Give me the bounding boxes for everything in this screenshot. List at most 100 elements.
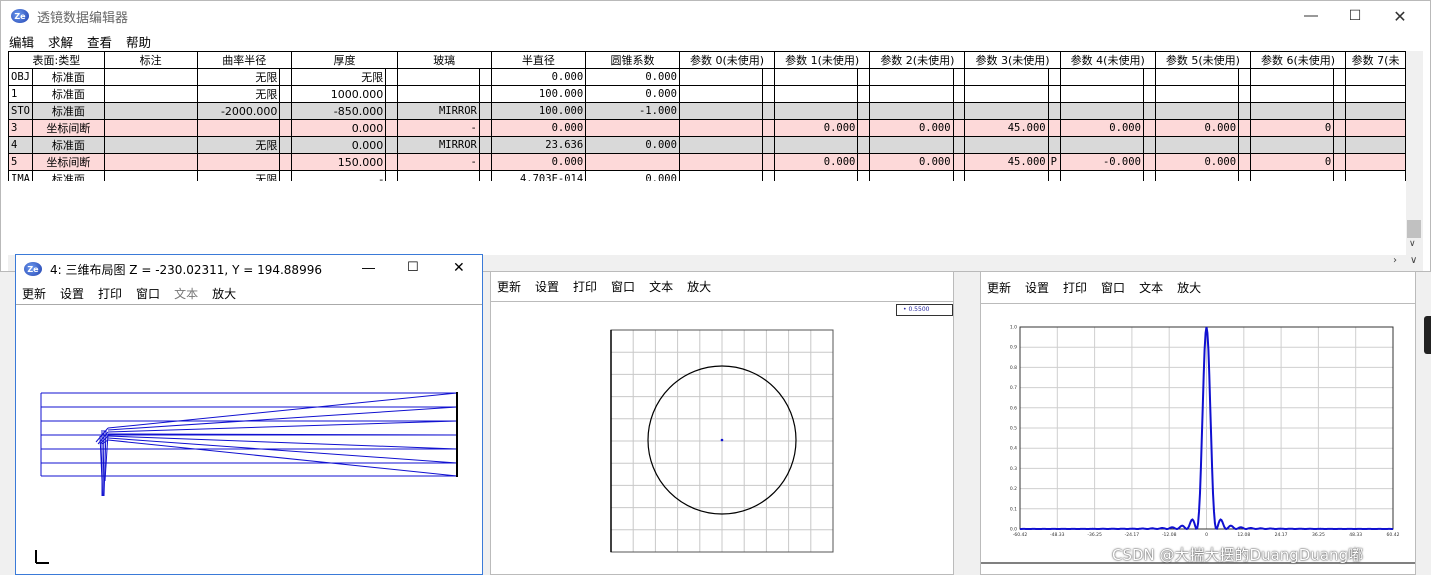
- param-1-cell[interactable]: [774, 136, 859, 154]
- menu-settings[interactable]: 设置: [535, 278, 559, 295]
- param-2-solve[interactable]: [952, 170, 966, 181]
- param-4-solve[interactable]: [1142, 136, 1156, 154]
- close-icon[interactable]: ✕: [453, 260, 465, 276]
- param-3-cell[interactable]: [964, 102, 1049, 120]
- col-conic[interactable]: 圆锥系数: [585, 51, 680, 69]
- param-0-solve[interactable]: [762, 119, 776, 137]
- param-1-solve[interactable]: [857, 119, 871, 137]
- param-6-cell[interactable]: [1249, 102, 1335, 120]
- radius-solve[interactable]: [279, 170, 293, 181]
- param-4-solve[interactable]: [1142, 170, 1156, 181]
- param-6-cell[interactable]: [1249, 170, 1335, 181]
- thickness-solve[interactable]: [385, 68, 398, 86]
- menu-print[interactable]: 打印: [1063, 279, 1087, 296]
- param-2-cell[interactable]: [869, 85, 954, 103]
- minimize-icon[interactable]: ―: [362, 261, 375, 276]
- surface-id[interactable]: 4: [8, 136, 33, 154]
- col-param-1[interactable]: 参数 1(未使用): [774, 51, 871, 69]
- thickness-solve[interactable]: [385, 119, 398, 137]
- param-0-solve[interactable]: [762, 102, 776, 120]
- surface-id[interactable]: IMA: [8, 170, 33, 181]
- param-0-cell[interactable]: [678, 68, 764, 86]
- surface-type[interactable]: 标准面: [31, 85, 105, 103]
- param-6-solve[interactable]: [1333, 102, 1347, 120]
- surface-id[interactable]: STO: [8, 102, 33, 120]
- param-4-cell[interactable]: [1059, 102, 1144, 120]
- radius-cell[interactable]: 无限: [196, 68, 281, 86]
- comment-cell[interactable]: [103, 136, 198, 154]
- param-6-solve[interactable]: [1333, 136, 1347, 154]
- param-6-solve[interactable]: [1333, 119, 1347, 137]
- param-4-cell[interactable]: -0.000: [1059, 153, 1144, 171]
- conic-cell[interactable]: 0.000: [585, 170, 680, 181]
- param-1-solve[interactable]: [857, 68, 871, 86]
- maximize-icon[interactable]: ☐: [407, 260, 419, 275]
- param-4-cell[interactable]: [1059, 136, 1144, 154]
- semi-diameter-cell[interactable]: 0.000: [490, 153, 587, 171]
- radius-cell[interactable]: -2000.000: [196, 102, 281, 120]
- radius-solve[interactable]: [279, 153, 293, 171]
- thickness-cell[interactable]: 无限: [291, 68, 387, 86]
- param-5-cell[interactable]: [1154, 102, 1240, 120]
- glass-cell[interactable]: MIRROR: [396, 136, 480, 154]
- scroll-right-icon[interactable]: ›: [1393, 255, 1397, 266]
- glass-solve[interactable]: [478, 136, 492, 154]
- semi-diameter-cell[interactable]: 0.000: [490, 68, 587, 86]
- menu-zoom[interactable]: 放大: [687, 278, 711, 295]
- param-0-solve[interactable]: [762, 170, 776, 181]
- glass-solve[interactable]: [478, 85, 492, 103]
- thickness-cell[interactable]: 1000.000: [291, 85, 387, 103]
- table-row[interactable]: 1 标准面 无限 1000.000 100.000 0.000: [8, 85, 1406, 103]
- param-3-cell[interactable]: 45.000: [964, 119, 1049, 137]
- glass-solve[interactable]: [478, 102, 492, 120]
- glass-solve[interactable]: [478, 153, 492, 171]
- surface-type[interactable]: 标准面: [31, 102, 105, 120]
- param-0-solve[interactable]: [762, 136, 776, 154]
- glass-solve[interactable]: [478, 68, 492, 86]
- param-4-solve[interactable]: [1142, 102, 1156, 120]
- table-row[interactable]: STO 标准面 -2000.000 -850.000 MIRROR 100.000 -1.0…: [8, 102, 1406, 120]
- menu-update[interactable]: 更新: [987, 279, 1011, 296]
- radius-solve[interactable]: [279, 136, 293, 154]
- menu-edit[interactable]: 编辑: [9, 32, 34, 51]
- col-comment[interactable]: 标注: [103, 51, 198, 69]
- param-3-cell[interactable]: [964, 170, 1049, 181]
- param-1-cell[interactable]: [774, 170, 859, 181]
- param-1-solve[interactable]: [857, 153, 871, 171]
- radius-cell[interactable]: [196, 153, 281, 171]
- param-3-cell[interactable]: [964, 68, 1049, 86]
- thickness-solve[interactable]: [385, 170, 398, 181]
- glass-cell[interactable]: [396, 170, 480, 181]
- param-7-cell[interactable]: [1345, 170, 1406, 181]
- param-7-cell[interactable]: [1345, 68, 1406, 86]
- param-5-cell[interactable]: [1154, 85, 1240, 103]
- param-3-solve[interactable]: [1047, 136, 1061, 154]
- surface-type[interactable]: 标准面: [31, 136, 105, 154]
- param-7-cell[interactable]: [1345, 85, 1406, 103]
- menu-zoom[interactable]: 放大: [1177, 279, 1201, 296]
- menu-text[interactable]: 文本: [649, 278, 673, 295]
- glass-cell[interactable]: MIRROR: [396, 102, 480, 120]
- thickness-solve[interactable]: [385, 153, 398, 171]
- param-5-solve[interactable]: [1238, 153, 1251, 171]
- param-5-cell[interactable]: [1154, 68, 1240, 86]
- param-5-cell[interactable]: 0.000: [1154, 153, 1240, 171]
- semi-diameter-cell[interactable]: 4.703E-014: [490, 170, 587, 181]
- param-6-cell[interactable]: 0: [1249, 119, 1335, 137]
- param-4-solve[interactable]: [1142, 119, 1156, 137]
- surface-type[interactable]: 坐标间断: [31, 153, 105, 171]
- surface-id[interactable]: 1: [8, 85, 33, 103]
- menu-print[interactable]: 打印: [98, 285, 122, 302]
- col-param-4[interactable]: 参数 4(未使用): [1059, 51, 1156, 69]
- param-2-cell[interactable]: 0.000: [869, 119, 954, 137]
- param-4-solve[interactable]: [1142, 68, 1156, 86]
- conic-cell[interactable]: 0.000: [585, 68, 680, 86]
- radius-cell[interactable]: 无限: [196, 85, 281, 103]
- param-4-cell[interactable]: 0.000: [1059, 119, 1144, 137]
- param-5-cell[interactable]: [1154, 136, 1240, 154]
- lens-data-spreadsheet[interactable]: 表面:类型 标注 曲率半径 厚度 玻璃 半直径 圆锥系数 参数 0(未使用) 参…: [8, 51, 1406, 181]
- col-radius[interactable]: 曲率半径: [196, 51, 293, 69]
- param-5-solve[interactable]: [1238, 170, 1251, 181]
- conic-cell[interactable]: [585, 119, 680, 137]
- thickness-cell[interactable]: 0.000: [291, 136, 387, 154]
